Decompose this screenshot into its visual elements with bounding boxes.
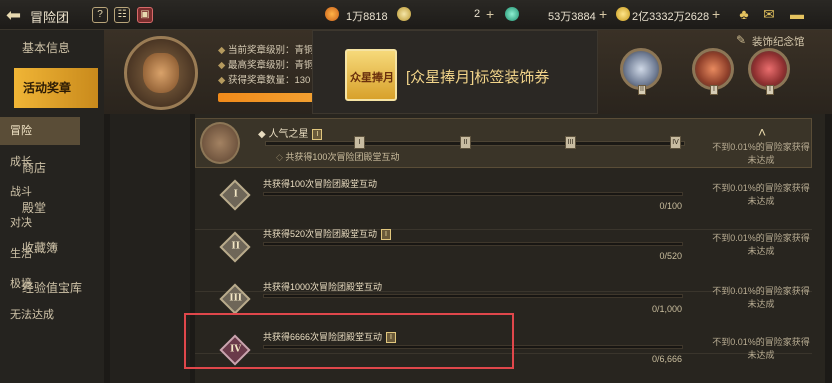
- achievement-status: 不到0.01%的冒险家获得 未达成: [712, 183, 810, 206]
- tier-marker-3: III: [565, 136, 576, 149]
- add-gold-button[interactable]: +: [486, 6, 494, 22]
- potion-icon: [505, 7, 519, 21]
- medal-progress-bar: [218, 93, 318, 102]
- help-icon[interactable]: ?: [92, 7, 108, 23]
- add-coin-button[interactable]: +: [712, 6, 720, 22]
- group-status: 不到0.01%的冒险家获得 未达成: [712, 142, 810, 165]
- achievement-title: 共获得100次冒险团殿堂互动: [263, 179, 378, 189]
- decoration-ticket-icon: 众星捧月: [345, 49, 397, 101]
- lion-medal-icon: [124, 36, 198, 110]
- achievement-count: 0/100: [659, 201, 682, 211]
- max-level-text: ◆ 最高奖章级别：青铜: [218, 60, 314, 71]
- achievement-progress-bar: [263, 242, 683, 246]
- highlight-box: [184, 313, 514, 369]
- trophy-value: 1万8818: [346, 11, 388, 23]
- tab-life[interactable]: 生活: [0, 240, 80, 268]
- sidebar-item-event-medals[interactable]: 活动奖章: [14, 68, 98, 108]
- chat-icon[interactable]: ▬: [788, 6, 806, 22]
- coin-icon: [616, 7, 630, 21]
- star-medal-icon: [200, 122, 240, 164]
- achievement-count: 0/520: [659, 251, 682, 261]
- category-nav: [110, 114, 190, 383]
- tab-duel[interactable]: 对决: [0, 209, 80, 237]
- reward-title: [众星捧月]标签装饰券: [406, 69, 550, 86]
- decorate-hall-button[interactable]: 装饰纪念馆: [752, 34, 805, 49]
- achievement-count: 0/1,000: [651, 304, 682, 314]
- group-title: ◆ 人气之星 I: [258, 125, 323, 140]
- back-arrow-icon[interactable]: ⬅: [6, 5, 28, 25]
- tab-extreme[interactable]: 极境: [0, 270, 80, 298]
- group-subtitle: ◇ 共获得100次冒险团殿堂互动: [276, 152, 400, 162]
- collapse-icon[interactable]: ˄: [758, 124, 766, 140]
- badge-count-text: ◆ 获得奖章数量：130: [218, 75, 311, 86]
- tab-battle[interactable]: 战斗: [0, 178, 80, 206]
- group-progress-track: [265, 141, 685, 146]
- sidebar-item-basic-info[interactable]: 基本信息: [0, 28, 104, 68]
- achievement-status: 不到0.01%的冒险家获得 未达成: [712, 337, 810, 360]
- tier-marker-1: I: [354, 136, 365, 149]
- tier-marker-4: IV: [670, 136, 681, 149]
- gift-icon[interactable]: ▣: [137, 7, 153, 23]
- potion-value: 53万3884: [548, 11, 596, 23]
- tier-marker-2: II: [460, 136, 471, 149]
- tab-adventure[interactable]: 冒险: [0, 117, 80, 145]
- add-potion-button[interactable]: +: [599, 6, 607, 22]
- achievement-title: 共获得520次冒险团殿堂互动 I: [263, 227, 392, 240]
- current-level-text: ◆ 当前奖章级别：青铜: [218, 45, 314, 56]
- achievement-progress-bar: [263, 294, 683, 298]
- mail-icon[interactable]: ✉: [760, 6, 778, 22]
- car-medal-icon[interactable]: I: [692, 48, 734, 95]
- calendar-icon[interactable]: ☷: [114, 7, 130, 23]
- castle-medal-icon[interactable]: II: [620, 48, 662, 95]
- achievement-status: 不到0.01%的冒险家获得 未达成: [712, 233, 810, 256]
- achievement-count: 0/6,666: [651, 354, 682, 364]
- achievement-title: 共获得1000次冒险团殿堂互动: [263, 282, 383, 292]
- vehicle-medal-icon[interactable]: I: [748, 48, 790, 95]
- gold-icon: [397, 7, 411, 21]
- treasure-icon[interactable]: ♣: [735, 6, 753, 22]
- tab-growth[interactable]: 成长: [0, 148, 80, 176]
- edit-icon[interactable]: ✎: [736, 33, 746, 47]
- gold-value: 2: [474, 8, 481, 20]
- trophy-icon: [325, 7, 339, 21]
- tab-unachievable[interactable]: 无法达成: [0, 301, 80, 329]
- page-title: 冒险团: [30, 10, 70, 25]
- achievement-progress-bar: [263, 192, 683, 196]
- coin-value: 2亿3332万2628: [632, 11, 710, 23]
- achievement-status: 不到0.01%的冒险家获得 未达成: [712, 286, 810, 309]
